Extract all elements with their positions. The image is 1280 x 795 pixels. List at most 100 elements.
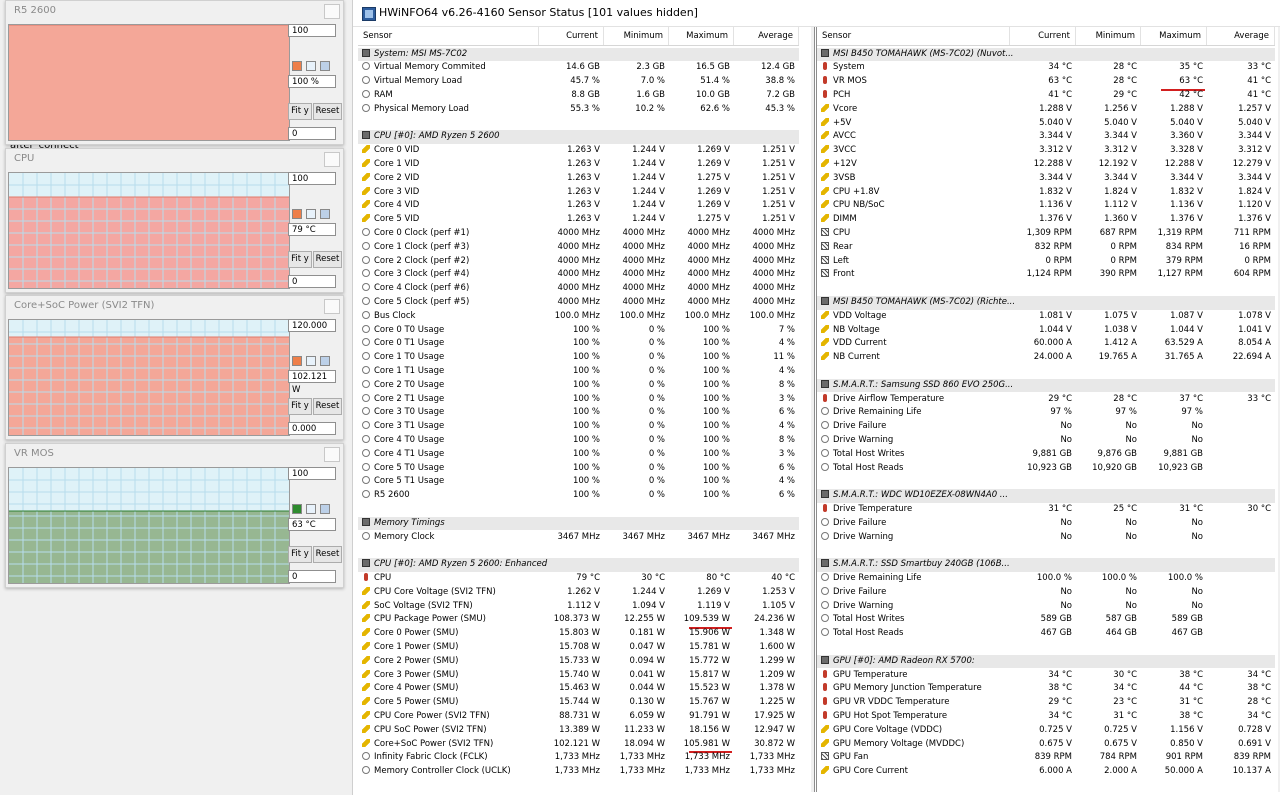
graph-max-value[interactable]: 100 <box>288 467 336 480</box>
sensor-row[interactable]: 3VSB 3.344 V 3.344 V 3.344 V 3.344 V <box>817 172 1275 186</box>
column-header-sensor[interactable]: Sensor <box>817 27 1010 45</box>
sensor-group-header[interactable]: MSI B450 TOMAHAWK (MS-7C02) (Richte... <box>817 295 1275 310</box>
sensor-row[interactable]: CPU 79 °C 30 °C 80 °C 40 °C <box>358 572 799 586</box>
sensor-row[interactable]: Core 5 Power (SMU) 15.744 W 0.130 W 15.767 … <box>358 696 799 710</box>
sensor-row[interactable]: Drive Failure No No No <box>817 586 1275 600</box>
sensor-row[interactable]: +12V 12.288 V 12.192 V 12.288 V 12.279 V <box>817 158 1275 172</box>
sensor-row[interactable]: GPU VR VDDC Temperature 29 °C 23 °C 31 °C 28… <box>817 696 1275 710</box>
graph-window[interactable]: VR MOS 100 63 °C Fit y Reset 0 <box>5 443 344 588</box>
sensor-row[interactable]: CPU Core Voltage (SVI2 TFN) 1.262 V 1.244 … <box>358 586 799 600</box>
sensor-row[interactable]: Core 2 VID 1.263 V 1.244 V 1.275 V 1.251 V <box>358 172 799 186</box>
sensor-row[interactable]: Core 4 T0 Usage 100 % 0 % 100 % 8 % <box>358 434 799 448</box>
sensor-row[interactable]: CPU +1.8V 1.832 V 1.824 V 1.832 V 1.824 V <box>817 186 1275 200</box>
sensor-row[interactable]: CPU Core Power (SVI2 TFN) 88.731 W 6.059 W… <box>358 710 799 724</box>
column-header-sensor[interactable]: Sensor <box>358 27 539 45</box>
sensor-row[interactable]: Drive Temperature 31 °C 25 °C 31 °C 30 °C <box>817 503 1275 517</box>
sensor-row[interactable]: Drive Remaining Life 97 % 97 % 97 % <box>817 406 1275 420</box>
sensor-row[interactable]: Drive Airflow Temperature 29 °C 28 °C 37 °C… <box>817 393 1275 407</box>
color-swatch[interactable] <box>320 504 330 514</box>
sensor-row[interactable]: AVCC 3.344 V 3.344 V 3.360 V 3.344 V <box>817 130 1275 144</box>
close-icon[interactable] <box>324 299 340 314</box>
column-header-maximum[interactable]: Maximum <box>1141 27 1207 45</box>
column-header-maximum[interactable]: Maximum <box>669 27 734 45</box>
sensor-row[interactable]: +5V 5.040 V 5.040 V 5.040 V 5.040 V <box>817 117 1275 131</box>
graph-min-value[interactable]: 0 <box>288 127 336 140</box>
color-swatch[interactable] <box>306 61 316 71</box>
sensor-group-header[interactable]: Memory Timings <box>358 516 799 531</box>
column-header-minimum[interactable]: Minimum <box>604 27 669 45</box>
sensor-row[interactable]: Drive Warning No No No <box>817 600 1275 614</box>
sensor-row[interactable]: Rear 832 RPM 0 RPM 834 RPM 16 RPM <box>817 241 1275 255</box>
graph-window[interactable]: R5 2600 100 100 % Fit y Reset 0 <box>5 0 344 145</box>
color-swatch[interactable] <box>320 61 330 71</box>
sensor-row[interactable]: Drive Failure No No No <box>817 517 1275 531</box>
reset-button[interactable]: Reset <box>313 103 342 120</box>
sensor-row[interactable]: GPU Hot Spot Temperature 34 °C 31 °C 38 °C 3… <box>817 710 1275 724</box>
sensor-group-header[interactable]: GPU [#0]: AMD Radeon RX 5700: <box>817 654 1275 669</box>
sensor-row[interactable]: DIMM 1.376 V 1.360 V 1.376 V 1.376 V <box>817 213 1275 227</box>
graph-max-value[interactable]: 100 <box>288 24 336 37</box>
graph-window[interactable]: CPU 100 79 °C Fit y Reset 0 <box>5 148 344 293</box>
column-header-current[interactable]: Current <box>539 27 604 45</box>
sensor-row[interactable]: Physical Memory Load 55.3 % 10.2 % 62.6 % 45… <box>358 103 799 117</box>
sensor-row[interactable]: CPU NB/SoC 1.136 V 1.112 V 1.136 V 1.120 V <box>817 199 1275 213</box>
fit-y-button[interactable]: Fit y <box>288 546 312 563</box>
sensor-row[interactable]: NB Voltage 1.044 V 1.038 V 1.044 V 1.041 V <box>817 324 1275 338</box>
color-swatch[interactable] <box>320 209 330 219</box>
sensor-row[interactable]: Bus Clock 100.0 MHz 100.0 MHz 100.0 MHz 100.… <box>358 310 799 324</box>
graph-max-value[interactable]: 100 <box>288 172 336 185</box>
sensor-row[interactable]: Core 2 Clock (perf #2) 4000 MHz 4000 MHz 40… <box>358 255 799 269</box>
sensor-row[interactable]: Total Host Writes 589 GB 587 GB 589 GB <box>817 613 1275 627</box>
sensor-row[interactable]: Total Host Reads 10,923 GB 10,920 GB 10,923… <box>817 462 1275 476</box>
sensor-group-header[interactable]: S.M.A.R.T.: SSD Smartbuy 240GB (106B... <box>817 558 1275 572</box>
reset-button[interactable]: Reset <box>313 398 342 415</box>
sensor-row[interactable]: Total Host Writes 9,881 GB 9,876 GB 9,881 G… <box>817 448 1275 462</box>
sensor-row[interactable]: GPU Core Current 6.000 A 2.000 A 50.000 A 10… <box>817 765 1275 779</box>
sensor-row[interactable]: 3VCC 3.312 V 3.312 V 3.328 V 3.312 V <box>817 144 1275 158</box>
column-header-average[interactable]: Average <box>1207 27 1275 45</box>
fit-y-button[interactable]: Fit y <box>288 398 312 415</box>
sensor-row[interactable]: RAM 8.8 GB 1.6 GB 10.0 GB 7.2 GB <box>358 89 799 103</box>
sensor-row[interactable]: GPU Temperature 34 °C 30 °C 38 °C 34 °C <box>817 669 1275 683</box>
column-header-minimum[interactable]: Minimum <box>1076 27 1141 45</box>
sensor-row[interactable]: Core 4 T1 Usage 100 % 0 % 100 % 3 % <box>358 448 799 462</box>
sensor-row[interactable]: CPU 1,309 RPM 687 RPM 1,319 RPM 711 RPM <box>817 227 1275 241</box>
sensor-row[interactable]: Core+SoC Power (SVI2 TFN) 102.121 W 18.094… <box>358 738 799 752</box>
reset-button[interactable]: Reset <box>313 546 342 563</box>
column-header-average[interactable]: Average <box>734 27 799 45</box>
sensor-row[interactable]: Core 4 VID 1.263 V 1.244 V 1.269 V 1.251 V <box>358 199 799 213</box>
color-swatch[interactable] <box>320 356 330 366</box>
sensor-row[interactable]: Core 4 Clock (perf #6) 4000 MHz 4000 MHz 40… <box>358 282 799 296</box>
sensor-group-header[interactable]: CPU [#0]: AMD Ryzen 5 2600 <box>358 130 799 145</box>
sensor-row[interactable]: Core 0 T0 Usage 100 % 0 % 100 % 7 % <box>358 324 799 338</box>
sensor-row[interactable]: SoC Voltage (SVI2 TFN) 1.112 V 1.094 V 1.11… <box>358 600 799 614</box>
sensor-group-header[interactable]: S.M.A.R.T.: Samsung SSD 860 EVO 250G... <box>817 378 1275 393</box>
sensor-row[interactable]: Left 0 RPM 0 RPM 379 RPM 0 RPM <box>817 255 1275 269</box>
sensor-row[interactable]: Virtual Memory Load 45.7 % 7.0 % 51.4 % 38.8… <box>358 75 799 89</box>
sensor-row[interactable]: GPU Core Voltage (VDDC) 0.725 V 0.725 V 1.1… <box>817 724 1275 738</box>
sensor-row[interactable]: Core 1 Power (SMU) 15.708 W 0.047 W 15.781 … <box>358 641 799 655</box>
sensor-row[interactable]: Front 1,124 RPM 390 RPM 1,127 RPM 604 RPM <box>817 268 1275 282</box>
sensor-row[interactable]: GPU Memory Junction Temperature 38 °C 34 °… <box>817 682 1275 696</box>
sensor-group-header[interactable]: S.M.A.R.T.: WDC WD10EZEX-08WN4A0 ... <box>817 489 1275 503</box>
reset-button[interactable]: Reset <box>313 251 342 268</box>
sensor-row[interactable]: Core 0 VID 1.263 V 1.244 V 1.269 V 1.251 V <box>358 144 799 158</box>
sensor-row[interactable]: Core 1 T1 Usage 100 % 0 % 100 % 4 % <box>358 365 799 379</box>
graph-min-value[interactable]: 0 <box>288 275 336 288</box>
sensor-row[interactable]: Core 0 Clock (perf #1) 4000 MHz 4000 MHz 40… <box>358 227 799 241</box>
sensor-row[interactable]: Memory Controller Clock (UCLK) 1,733 MHz 1… <box>358 765 799 779</box>
graph-min-value[interactable]: 0 <box>288 570 336 583</box>
color-swatch[interactable] <box>292 504 302 514</box>
close-icon[interactable] <box>324 447 340 462</box>
sensor-row[interactable]: R5 2600 100 % 0 % 100 % 6 % <box>358 489 799 503</box>
sensor-row[interactable]: Core 2 Power (SMU) 15.733 W 0.094 W 15.772 … <box>358 655 799 669</box>
color-swatch[interactable] <box>306 209 316 219</box>
color-swatch[interactable] <box>292 61 302 71</box>
sensor-row[interactable]: Core 4 Power (SMU) 15.463 W 0.044 W 15.523 … <box>358 682 799 696</box>
sensor-group-header[interactable]: CPU [#0]: AMD Ryzen 5 2600: Enhanced <box>358 558 799 572</box>
sensor-row[interactable]: PCH 41 °C 29 °C 42 °C 41 °C <box>817 89 1275 103</box>
sensor-row[interactable]: Infinity Fabric Clock (FCLK) 1,733 MHz 1,7… <box>358 751 799 765</box>
graph-max-value[interactable]: 120.000 <box>288 319 336 332</box>
sensor-row[interactable]: NB Current 24.000 A 19.765 A 31.765 A 22.694… <box>817 351 1275 365</box>
fit-y-button[interactable]: Fit y <box>288 103 312 120</box>
